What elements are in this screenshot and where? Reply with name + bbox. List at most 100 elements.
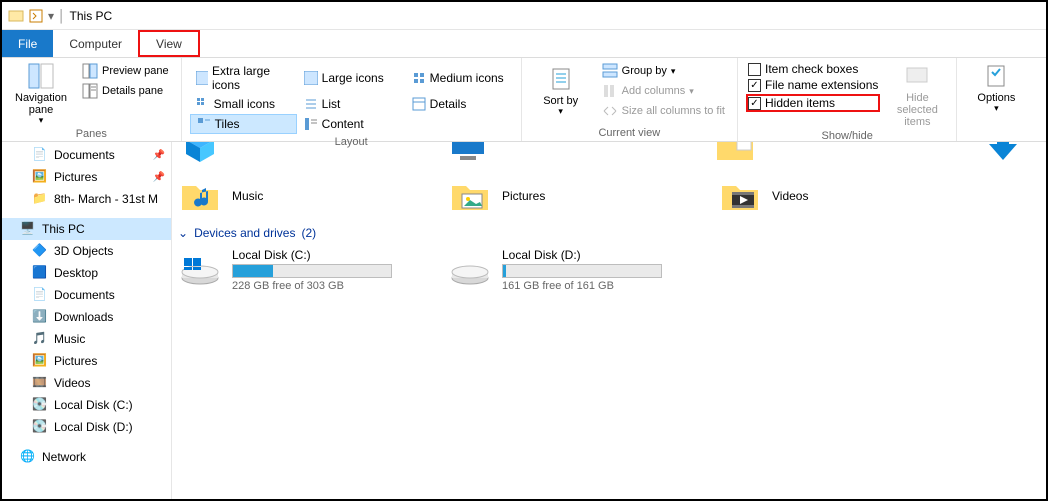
disk-icon: 💽 (32, 419, 48, 435)
sidebar-item[interactable]: 💽Local Disk (D:) (2, 416, 171, 438)
properties-icon[interactable] (28, 8, 44, 24)
layout-tiles[interactable]: Tiles (190, 114, 297, 134)
group-panes: Navigation pane ▾ Preview pane Details p… (2, 58, 182, 141)
music-icon: 🎵 (32, 331, 48, 347)
sidebar-network[interactable]: 🌐Network (2, 446, 171, 468)
checkbox-icon: ✓ (748, 97, 761, 110)
sidebar-item[interactable]: 🖼️Pictures📌 (2, 166, 171, 188)
pictures-icon: 🖼️ (32, 353, 48, 369)
sidebar-item[interactable]: 🔷3D Objects (2, 240, 171, 262)
group-label-show-hide: Show/hide (746, 130, 948, 142)
nav-pane-icon (27, 62, 55, 90)
pin-icon: 📌 (153, 172, 165, 183)
tab-file[interactable]: File (2, 30, 53, 57)
desktop-icon: 🟦 (32, 265, 48, 281)
document-icon: 📄 (32, 287, 48, 303)
checkbox-icon: ✓ (748, 79, 761, 92)
options-button[interactable]: Options ▾ (965, 62, 1027, 114)
folder-tile-pictures[interactable]: Pictures (448, 176, 678, 216)
sidebar-item[interactable]: 📁8th- March - 31st M (2, 188, 171, 210)
options-icon (982, 62, 1010, 90)
chevron-down-icon: ⌄ (178, 226, 188, 240)
drive-tile-d[interactable]: Local Disk (D:) 161 GB free of 161 GB (448, 248, 678, 292)
pin-icon: 📌 (153, 150, 165, 161)
sidebar-item[interactable]: 📄Documents (2, 284, 171, 306)
videos-folder-icon (718, 176, 762, 216)
group-layout: Extra large icons Large icons Medium ico… (182, 58, 522, 141)
network-icon: 🌐 (20, 449, 36, 465)
navigation-pane-button[interactable]: Navigation pane ▾ (10, 62, 72, 126)
sidebar-this-pc[interactable]: 🖥️This PC (2, 218, 171, 240)
folder-tile[interactable] (178, 142, 406, 166)
tab-view[interactable]: View (138, 30, 200, 57)
chevron-down-icon: ▾ (558, 107, 563, 117)
folder-tile-videos[interactable]: Videos (718, 176, 948, 216)
group-current-view: Sort by ▾ Group by ▾ Add columns ▾ Size … (522, 58, 738, 141)
ribbon: Navigation pane ▾ Preview pane Details p… (2, 58, 1046, 142)
disk-icon: 💽 (32, 397, 48, 413)
documents-folder-icon (713, 142, 757, 166)
document-icon: 📄 (32, 147, 48, 163)
content-area: 📄Documents📌 🖼️Pictures📌 📁8th- March - 31… (2, 142, 1046, 499)
cube-icon (178, 142, 222, 166)
main-pane: Music Pictures Videos ⌄ Devices and driv… (172, 142, 1046, 499)
group-by-button[interactable]: Group by ▾ (598, 62, 729, 80)
add-columns-button[interactable]: Add columns ▾ (598, 82, 729, 100)
group-label-panes: Panes (10, 128, 173, 140)
checkbox-icon (748, 63, 761, 76)
qat-dropdown-icon[interactable]: ▾ (48, 9, 54, 23)
sidebar-item[interactable]: 🖼️Pictures (2, 350, 171, 372)
this-pc-icon: 🖥️ (20, 221, 36, 237)
drive-icon (448, 250, 492, 290)
capacity-bar (232, 264, 392, 278)
sidebar-item[interactable]: 🟦Desktop (2, 262, 171, 284)
size-columns-button[interactable]: Size all columns to fit (598, 102, 729, 120)
3d-objects-icon: 🔷 (32, 243, 48, 259)
check-file-name-extensions[interactable]: ✓File name extensions (746, 78, 880, 92)
layout-large[interactable]: Large icons (298, 62, 405, 94)
sidebar-item[interactable]: ⬇️Downloads (2, 306, 171, 328)
details-pane-button[interactable]: Details pane (78, 82, 173, 100)
sort-by-button[interactable]: Sort by ▾ (530, 62, 592, 120)
layout-details[interactable]: Details (406, 95, 513, 113)
section-devices-drives[interactable]: ⌄ Devices and drives (2) (178, 226, 1040, 240)
folder-tile[interactable] (981, 142, 1040, 166)
chevron-down-icon: ▾ (994, 104, 999, 114)
quick-access-toolbar: ▾ (8, 8, 54, 24)
group-label-current-view: Current view (530, 127, 729, 139)
layout-content[interactable]: Content (298, 114, 405, 134)
folder-icon: 📁 (32, 191, 48, 207)
hide-selected-button[interactable]: Hide selected items (886, 62, 948, 128)
layout-list[interactable]: List (298, 95, 405, 113)
sidebar-item[interactable]: 💽Local Disk (C:) (2, 394, 171, 416)
check-item-check-boxes[interactable]: Item check boxes (746, 62, 880, 76)
folder-tile-music[interactable]: Music (178, 176, 408, 216)
tab-computer[interactable]: Computer (53, 30, 138, 57)
layout-small[interactable]: Small icons (190, 95, 297, 113)
pictures-folder-icon (448, 176, 492, 216)
layout-extra-large[interactable]: Extra large icons (190, 62, 297, 94)
chevron-down-icon: ▾ (689, 86, 694, 97)
downloads-icon: ⬇️ (32, 309, 48, 325)
group-show-hide: Item check boxes ✓File name extensions ✓… (738, 58, 957, 141)
navigation-sidebar: 📄Documents📌 🖼️Pictures📌 📁8th- March - 31… (2, 142, 172, 499)
music-folder-icon (178, 176, 222, 216)
group-options: Options ▾ (957, 58, 1035, 141)
sidebar-item[interactable]: 📄Documents📌 (2, 144, 171, 166)
sidebar-item[interactable]: 🎞️Videos (2, 372, 171, 394)
capacity-bar (502, 264, 662, 278)
check-hidden-items[interactable]: ✓Hidden items (746, 94, 880, 112)
hide-icon (903, 62, 931, 90)
drive-tile-c[interactable]: Local Disk (C:) 228 GB free of 303 GB (178, 248, 408, 292)
ribbon-tabs: File Computer View (2, 30, 1046, 58)
layout-medium[interactable]: Medium icons (406, 62, 513, 94)
preview-pane-button[interactable]: Preview pane (78, 62, 173, 80)
pictures-icon: 🖼️ (32, 169, 48, 185)
sidebar-item[interactable]: 🎵Music (2, 328, 171, 350)
chevron-down-icon: ▾ (39, 116, 44, 126)
folder-icon (8, 8, 24, 24)
chevron-down-icon: ▾ (671, 66, 676, 77)
folder-tile[interactable] (713, 142, 941, 166)
separator: │ (58, 9, 66, 23)
folder-tile[interactable] (446, 142, 674, 166)
